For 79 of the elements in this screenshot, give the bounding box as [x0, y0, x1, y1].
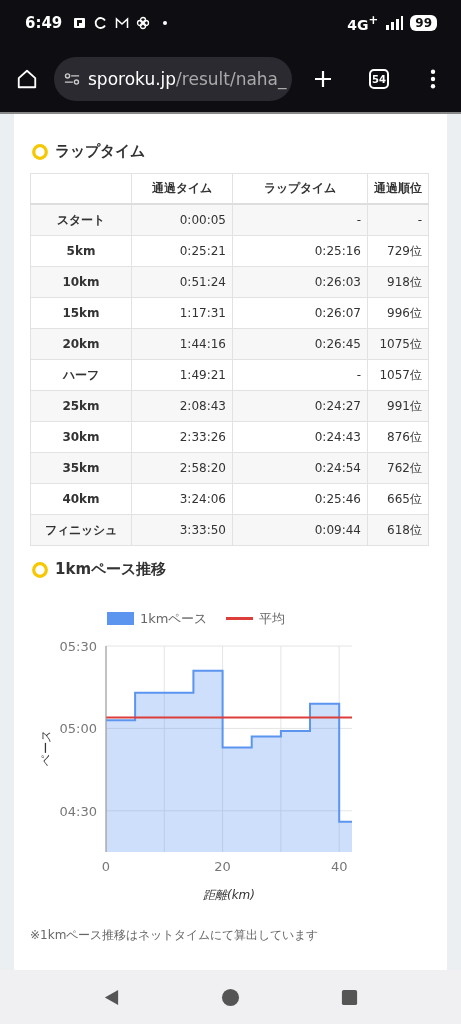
mail-icon: [115, 16, 130, 30]
table-cell: 0:25:21: [131, 235, 233, 267]
home-button-icon[interactable]: [221, 987, 240, 1007]
table-cell: 2:58:20: [131, 452, 233, 484]
recents-icon[interactable]: [340, 987, 359, 1007]
table-cell: 0:24:43: [232, 421, 368, 453]
legend-label: 1kmペース: [140, 611, 208, 626]
new-tab-icon[interactable]: [313, 69, 333, 89]
checkpoint-cell: 5km: [30, 235, 132, 267]
site-settings-icon[interactable]: [64, 72, 80, 86]
table-cell: 0:26:07: [232, 297, 368, 329]
table-cell: 991位: [367, 390, 429, 422]
menu-icon[interactable]: [430, 69, 436, 89]
tab-count-button[interactable]: 54: [369, 69, 389, 89]
table-cell: 3:24:06: [131, 483, 233, 515]
table-cell: 1075位: [367, 328, 429, 360]
checkpoint-cell: ハーフ: [30, 359, 132, 391]
table-cell: 0:09:44: [232, 514, 368, 546]
checkpoint-cell: 15km: [30, 297, 132, 329]
app-notification-icon: [73, 16, 88, 30]
checkpoint-cell: フィニッシュ: [30, 514, 132, 546]
checkpoint-cell: 25km: [30, 390, 132, 422]
table-cell: 1:49:21: [131, 359, 233, 391]
table-cell: 918位: [367, 266, 429, 298]
status-time: 6:49: [25, 14, 63, 32]
x-tick-label: 20: [214, 859, 231, 874]
checkpoint-cell: 35km: [30, 452, 132, 484]
table-cell: 0:26:03: [232, 266, 368, 298]
legend-label: 平均: [259, 611, 285, 626]
home-icon[interactable]: [16, 68, 38, 90]
table-cell: 2:33:26: [131, 421, 233, 453]
url-text: sporoku.jp/result/naha_: [88, 69, 287, 89]
back-icon[interactable]: [102, 987, 121, 1007]
table-cell: 0:25:16: [232, 235, 368, 267]
table-cell: 0:24:54: [232, 452, 368, 484]
checkpoint-cell: スタート: [30, 204, 132, 236]
table-cell: 665位: [367, 483, 429, 515]
table-cell: -: [232, 359, 368, 391]
checkpoint-cell: 10km: [30, 266, 132, 298]
y-tick-label: 05:30: [59, 639, 97, 654]
checkpoint-cell: 30km: [30, 421, 132, 453]
table-cell: -: [232, 204, 368, 236]
network-type: 4G$^{+}$: [347, 13, 379, 33]
table-cell: 0:24:27: [232, 390, 368, 422]
checkpoint-cell: 40km: [30, 483, 132, 515]
table-cell: -: [367, 204, 429, 236]
table-cell: 0:00:05: [131, 204, 233, 236]
battery-indicator: 99: [410, 15, 437, 31]
legend-line: [226, 617, 253, 620]
table-cell: 729位: [367, 235, 429, 267]
x-tick-label: 0: [101, 859, 111, 874]
y-axis-title: ペース: [39, 731, 53, 767]
y-tick-label: 05:00: [59, 721, 97, 737]
checkpoint-cell: 20km: [30, 328, 132, 360]
ring-icon: [31, 142, 49, 161]
table-cell: 762位: [367, 452, 429, 484]
table-cell: 0:51:24: [131, 266, 233, 298]
table-cell: 1:44:16: [131, 328, 233, 360]
address-bar[interactable]: sporoku.jp/result/naha_: [54, 57, 292, 101]
table-cell: 996位: [367, 297, 429, 329]
x-axis-title: 距離(km): [203, 888, 255, 902]
legend-swatch: [107, 612, 134, 625]
x-tick-label: 40: [330, 859, 348, 874]
table-cell: 0:26:45: [232, 328, 368, 360]
table-cell: 1:17:31: [131, 297, 233, 329]
table-cell: 2:08:43: [131, 390, 233, 422]
table-cell: 0:25:46: [232, 483, 368, 515]
section-title: 1kmペース推移: [55, 560, 167, 579]
pinwheel-icon: [136, 16, 151, 30]
table-cell: 618位: [367, 514, 429, 546]
y-tick-label: 04:30: [59, 803, 97, 819]
signal-icon: [385, 16, 404, 30]
table-cell: 876位: [367, 421, 429, 453]
ring-icon: [31, 560, 49, 579]
section-title: ラップタイム: [55, 142, 145, 161]
footnote: ※1kmペース推移はネットタイムにて算出しています: [30, 927, 320, 944]
table-cell: 3:33:50: [131, 514, 233, 546]
dot-icon: [163, 21, 168, 25]
table-cell: 1057位: [367, 359, 429, 391]
